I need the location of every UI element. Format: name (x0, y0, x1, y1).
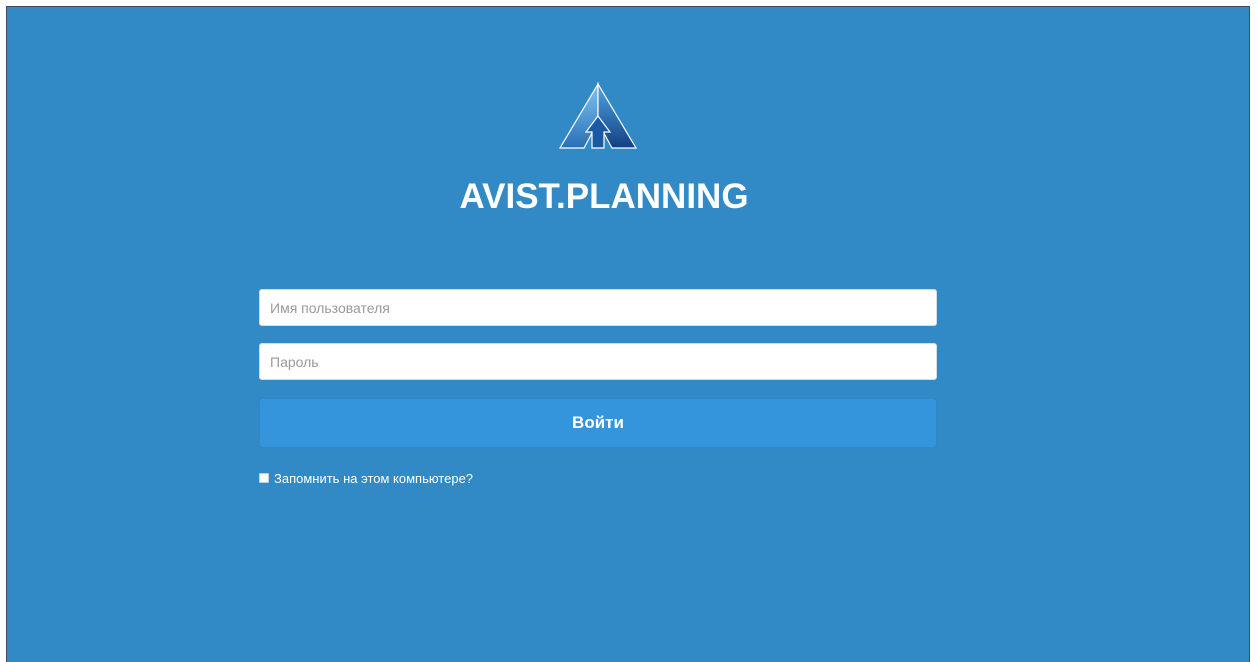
login-page: AVIST.PLANNING Войти Запомнить на этом к… (6, 6, 1250, 662)
remember-me-option[interactable]: Запомнить на этом компьютере? (259, 470, 473, 486)
login-button[interactable]: Войти (259, 398, 937, 448)
avist-logo-icon (558, 82, 638, 149)
remember-label: Запомнить на этом компьютере? (274, 470, 474, 486)
password-input[interactable] (259, 343, 937, 380)
remember-checkbox[interactable] (259, 473, 269, 483)
username-input[interactable] (259, 289, 937, 326)
brand-title: AVIST.PLANNING (459, 177, 749, 216)
